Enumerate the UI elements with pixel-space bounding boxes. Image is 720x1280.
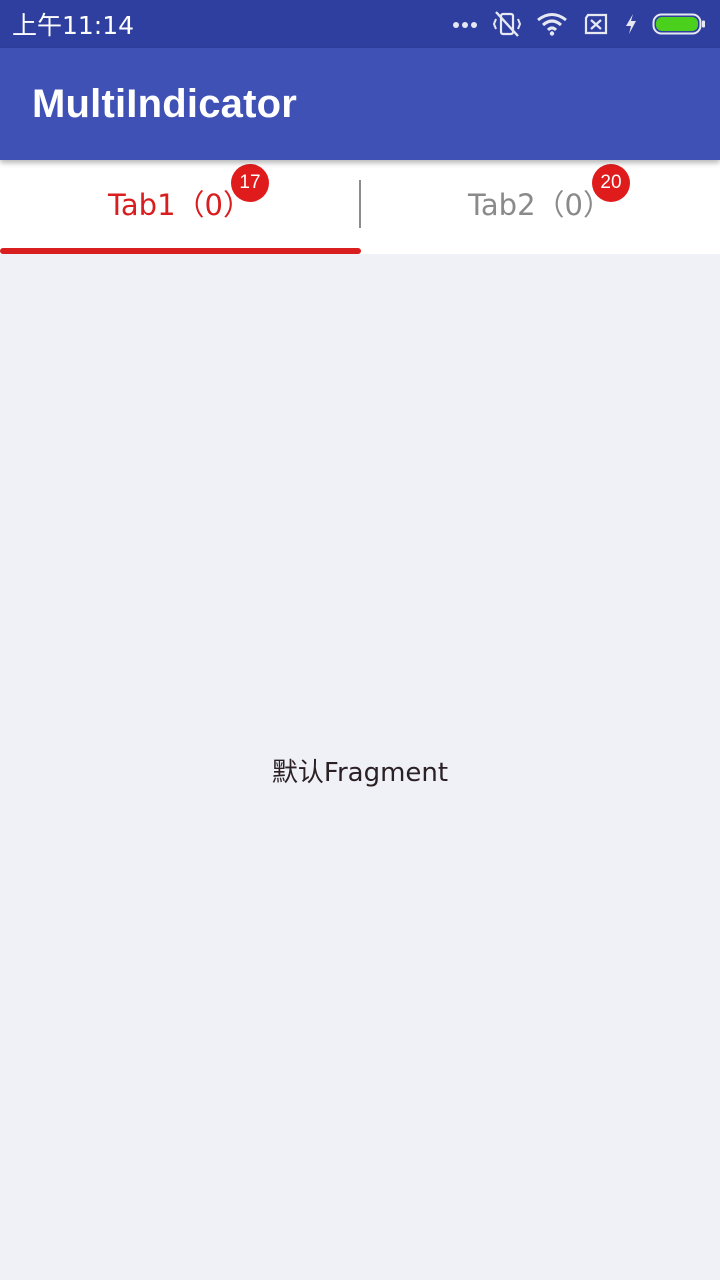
no-sim-icon xyxy=(582,12,610,36)
status-icons xyxy=(452,0,706,48)
tab-1-badge: 17 xyxy=(231,164,269,202)
tab-2-badge: 20 xyxy=(592,164,630,202)
fragment-content: 默认Fragment xyxy=(0,254,720,1280)
wifi-icon xyxy=(536,12,568,36)
tab-divider xyxy=(359,180,361,228)
more-dots-icon xyxy=(452,19,478,29)
app-title: MultiIndicator xyxy=(32,81,298,126)
status-time: 上午11:14 xyxy=(12,11,135,40)
tab-1-label: Tab1（0） xyxy=(108,188,252,222)
battery-icon xyxy=(652,12,706,36)
charging-bolt-icon xyxy=(624,13,638,35)
vibrate-off-icon xyxy=(492,10,522,38)
status-bar: 上午11:14 xyxy=(0,0,720,48)
tab-indicator xyxy=(0,248,361,254)
tab-2[interactable]: Tab2（0） 20 xyxy=(360,160,720,254)
tab-1[interactable]: Tab1（0） 17 xyxy=(0,160,360,254)
tab-2-label: Tab2（0） xyxy=(468,188,612,222)
fragment-label: 默认Fragment xyxy=(271,758,449,788)
app-bar: MultiIndicator xyxy=(0,48,720,160)
tab-bar: Tab1（0） 17 Tab2（0） 20 xyxy=(0,160,720,254)
